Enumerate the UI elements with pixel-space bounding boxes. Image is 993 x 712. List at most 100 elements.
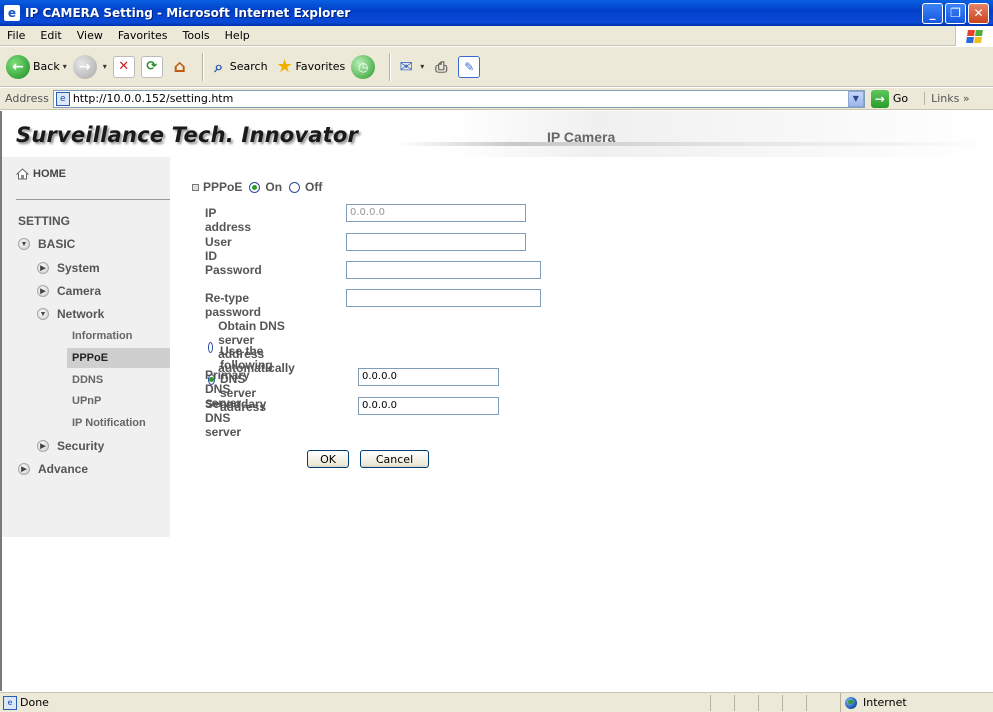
- menu-file[interactable]: File: [0, 29, 33, 42]
- address-dropdown-icon[interactable]: ▼: [847, 90, 864, 107]
- menu-favorites[interactable]: Favorites: [111, 29, 176, 42]
- globe-icon: [845, 696, 857, 709]
- windows-logo-icon: [955, 26, 993, 46]
- sidebar-item-upnp[interactable]: UPnP: [72, 395, 101, 407]
- search-icon: ⌕: [214, 56, 224, 76]
- page-icon: e: [55, 91, 70, 106]
- links-button[interactable]: Links »: [924, 92, 970, 105]
- user-id-input[interactable]: [346, 233, 526, 251]
- sidebar-item-pppoe[interactable]: PPPoE: [72, 352, 108, 364]
- secondary-dns-input[interactable]: 0.0.0.0: [358, 397, 499, 415]
- pppoe-on-label[interactable]: On: [265, 180, 282, 194]
- retype-password-label: Re-type password: [205, 291, 262, 319]
- minimize-button[interactable]: _: [922, 2, 943, 24]
- back-arrow-icon: ←: [6, 54, 30, 79]
- maximize-button[interactable]: ❐: [945, 2, 966, 24]
- search-button[interactable]: ⌕ Search: [208, 56, 268, 78]
- menu-help[interactable]: Help: [218, 29, 258, 42]
- address-label: Address: [5, 92, 49, 105]
- favorites-button[interactable]: ★ Favorites: [274, 56, 346, 78]
- sidebar-item-information[interactable]: Information: [72, 330, 133, 342]
- sidebar-item-ddns[interactable]: DDNS: [72, 374, 103, 386]
- close-button[interactable]: ✕: [968, 2, 989, 24]
- window-title: IP CAMERA Setting - Microsoft Internet E…: [25, 6, 351, 20]
- address-input[interactable]: e http://10.0.0.152/setting.htm ▼: [52, 89, 865, 108]
- ok-button[interactable]: OK: [307, 450, 349, 468]
- edit-button[interactable]: ✎: [458, 55, 481, 78]
- banner-gradient-bar: [397, 142, 989, 146]
- status-bar: e Done Internet: [0, 692, 993, 712]
- sidebar-item-camera[interactable]: ▶ Camera: [37, 284, 101, 298]
- pppoe-off-radio[interactable]: [289, 181, 301, 193]
- menu-view[interactable]: View: [70, 29, 111, 42]
- stop-icon: ✕: [112, 55, 135, 78]
- collapse-arrow-icon: ▶: [37, 285, 49, 297]
- status-panel: [806, 694, 830, 711]
- search-label: Search: [229, 60, 268, 73]
- mail-icon: ✉: [399, 57, 413, 76]
- primary-dns-input[interactable]: 0.0.0.0: [358, 368, 499, 386]
- cancel-button[interactable]: Cancel: [360, 450, 429, 468]
- status-panel: [734, 694, 758, 711]
- ip-address-input[interactable]: 0.0.0.0: [346, 204, 526, 222]
- mail-dropdown-icon[interactable]: ▾: [420, 62, 424, 71]
- home-icon: [15, 167, 30, 180]
- forward-button[interactable]: → ▾: [72, 54, 107, 79]
- pppoe-off-label[interactable]: Off: [305, 180, 322, 194]
- mail-button[interactable]: ✉ ▾: [395, 56, 425, 78]
- printer-icon: ⎙: [435, 57, 448, 76]
- sidebar-item-label: System: [57, 261, 100, 275]
- sidebar-item-advance[interactable]: ▶ Advance: [18, 462, 88, 476]
- sidebar-item-basic[interactable]: ▼ BASIC: [18, 237, 75, 251]
- toolbar: ← Back ▾ → ▾ ✕ ⟳ ⌂ ⌕ Search ★ Favorites …: [0, 47, 993, 87]
- pppoe-toggle-row: PPPoE On Off: [192, 180, 322, 194]
- sidebar-item-network[interactable]: ▼ Network: [37, 307, 104, 321]
- print-button[interactable]: ⎙: [430, 56, 452, 78]
- ip-address-label: IP address: [205, 206, 252, 234]
- title-bar: e IP CAMERA Setting - Microsoft Internet…: [0, 0, 993, 26]
- home-link[interactable]: HOME: [15, 167, 66, 180]
- sidebar-item-system[interactable]: ▶ System: [37, 261, 100, 275]
- status-text: Done: [20, 696, 49, 709]
- retype-password-input[interactable]: [346, 289, 541, 307]
- menu-tools[interactable]: Tools: [176, 29, 218, 42]
- sidebar-item-label: BASIC: [38, 237, 76, 251]
- toolbar-separator: [389, 52, 391, 81]
- home-button[interactable]: ⌂: [169, 56, 191, 78]
- sidebar-item-label: Advance: [38, 462, 89, 476]
- star-icon: ★: [276, 56, 293, 77]
- back-dropdown-icon[interactable]: ▾: [63, 62, 67, 71]
- menu-edit[interactable]: Edit: [33, 29, 69, 42]
- collapse-arrow-icon: ▶: [37, 262, 49, 274]
- address-bar: Address e http://10.0.0.152/setting.htm …: [0, 88, 993, 110]
- password-input[interactable]: [346, 261, 541, 279]
- sidebar-item-security[interactable]: ▶ Security: [37, 439, 104, 453]
- status-panel: [758, 694, 782, 711]
- sidebar-item-ip-notification[interactable]: IP Notification: [72, 417, 146, 429]
- security-zone: Internet: [840, 693, 907, 712]
- status-panel: [710, 694, 734, 711]
- back-button[interactable]: ← Back ▾: [6, 54, 67, 79]
- history-button[interactable]: ◷: [351, 54, 378, 79]
- forward-dropdown-icon[interactable]: ▾: [103, 62, 107, 71]
- banner: Surveillance Tech. Innovator IP Camera: [2, 111, 989, 157]
- expand-arrow-icon: ▼: [18, 238, 30, 250]
- secondary-dns-label: Sencodary DNS server: [205, 397, 267, 439]
- pppoe-on-radio[interactable]: [249, 181, 261, 193]
- page-done-icon: e: [3, 695, 17, 710]
- refresh-button[interactable]: ⟳: [140, 55, 163, 78]
- status-panel: [782, 694, 806, 711]
- links-label: Links: [931, 92, 960, 105]
- address-url[interactable]: http://10.0.0.152/setting.htm: [73, 92, 848, 105]
- menu-bar: File Edit View Favorites Tools Help: [0, 26, 993, 46]
- house-icon: ⌂: [173, 56, 186, 77]
- go-arrow-icon: →: [870, 89, 889, 108]
- collapse-arrow-icon: ▶: [37, 440, 49, 452]
- go-button[interactable]: → Go: [870, 89, 908, 108]
- ie-icon: e: [4, 5, 20, 21]
- stop-button[interactable]: ✕: [112, 55, 135, 78]
- page-content: Surveillance Tech. Innovator IP Camera H…: [0, 111, 989, 691]
- favorites-label: Favorites: [295, 60, 346, 73]
- sidebar-divider: [16, 199, 170, 200]
- toolbar-separator: [201, 52, 203, 81]
